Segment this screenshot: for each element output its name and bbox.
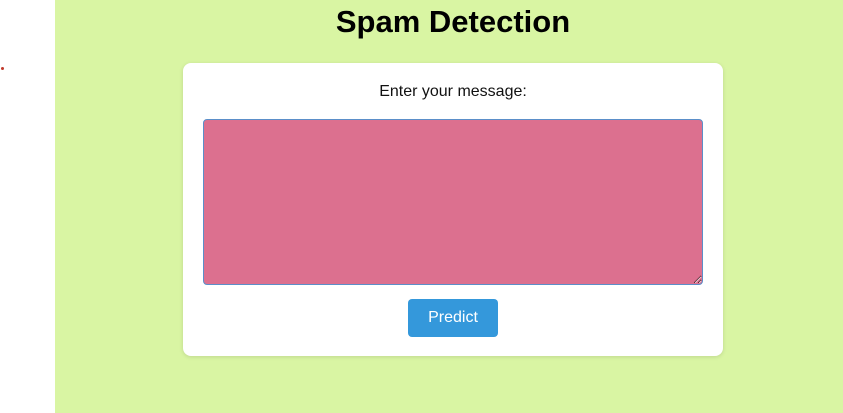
stray-dot bbox=[1, 67, 4, 70]
spam-form-card: Enter your message: Predict bbox=[183, 63, 723, 356]
page-title: Spam Detection bbox=[335, 4, 571, 39]
message-label: Enter your message: bbox=[379, 83, 527, 100]
message-input[interactable] bbox=[203, 119, 703, 285]
main-area: Spam Detection Enter your message: Predi… bbox=[55, 0, 843, 413]
left-margin bbox=[0, 0, 55, 413]
page: Spam Detection Enter your message: Predi… bbox=[0, 0, 843, 413]
predict-button[interactable]: Predict bbox=[408, 299, 498, 337]
